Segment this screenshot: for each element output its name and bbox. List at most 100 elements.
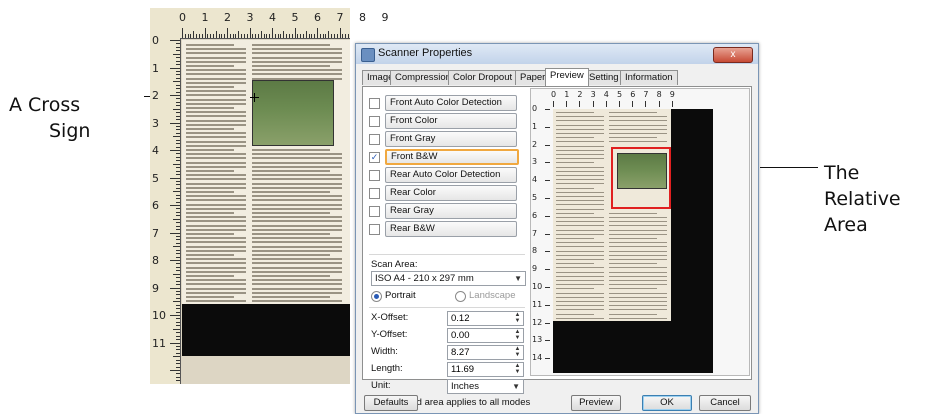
ruler-tick: [193, 31, 195, 38]
spinner-arrows-icon[interactable]: ▲ ▼: [513, 346, 522, 359]
ruler-tick: [176, 115, 180, 117]
text-line: [556, 284, 604, 286]
ok-button[interactable]: OK: [642, 395, 692, 411]
mode-button[interactable]: Rear B&W: [385, 221, 517, 237]
preview-ruler-tick: [632, 101, 634, 107]
y-offset-field[interactable]: 0.00 ▲ ▼: [447, 328, 524, 343]
text-line: [556, 313, 594, 315]
defaults-button[interactable]: Defaults: [364, 395, 418, 411]
unit-label: Unit:: [371, 380, 391, 391]
tab-setting[interactable]: Setting: [584, 70, 624, 85]
dialog-titlebar[interactable]: Scanner Properties x: [356, 44, 758, 64]
close-button[interactable]: x: [713, 47, 753, 63]
mode-button[interactable]: Front Gray: [385, 131, 517, 147]
mode-checkbox[interactable]: [369, 188, 380, 199]
preview-ruler-tick: [658, 101, 660, 107]
preview-button[interactable]: Preview: [571, 395, 621, 411]
ruler-tick: [173, 81, 180, 83]
ruler-tick: [238, 31, 240, 38]
x-offset-value: 0.12: [451, 313, 470, 324]
length-value: 11.69: [451, 364, 475, 375]
preview-ruler-number: 9: [532, 264, 538, 274]
mode-checkbox[interactable]: [369, 170, 380, 181]
text-line: [556, 166, 604, 168]
text-line: [609, 271, 667, 273]
text-line: [186, 115, 246, 118]
tab-information[interactable]: Information: [620, 70, 678, 85]
ruler-tick: [176, 263, 180, 265]
preview-ruler-number: 0: [532, 104, 538, 113]
ruler-number: 8: [359, 11, 366, 24]
x-offset-field[interactable]: 0.12 ▲ ▼: [447, 311, 524, 326]
ruler-tick: [291, 34, 293, 38]
ruler-number: 0: [152, 34, 159, 47]
spinner-arrows-icon[interactable]: ▲ ▼: [513, 363, 522, 376]
preview-ruler-number: 8: [532, 246, 538, 256]
mode-button[interactable]: Rear Auto Color Detection: [385, 167, 517, 183]
preview-ruler-tick: [545, 304, 550, 306]
tab-preview[interactable]: Preview: [545, 68, 589, 86]
mode-button[interactable]: Rear Color: [385, 185, 517, 201]
mode-button[interactable]: Front Color: [385, 113, 517, 129]
text-line: [252, 165, 342, 168]
spinner-arrows-icon[interactable]: ▲ ▼: [513, 312, 522, 325]
portrait-radio[interactable]: [371, 291, 382, 302]
preview-ruler-number: 7: [532, 228, 538, 238]
text-line: [186, 174, 246, 177]
mode-checkbox[interactable]: [369, 134, 380, 145]
text-line: [252, 216, 342, 219]
ruler-tick: [170, 150, 180, 151]
ruler-tick: [173, 191, 180, 193]
text-line: [252, 275, 330, 277]
cancel-button[interactable]: Cancel: [699, 395, 751, 411]
landscape-radio[interactable]: [455, 291, 466, 302]
ruler-tick: [198, 34, 200, 38]
text-line: [556, 183, 604, 185]
mode-button[interactable]: Rear Gray: [385, 203, 517, 219]
mode-checkbox[interactable]: [369, 224, 380, 235]
text-line: [186, 102, 246, 105]
ruler-tick: [176, 77, 180, 79]
text-line: [186, 245, 246, 248]
ruler-tick: [176, 311, 180, 313]
text-line: [186, 262, 246, 265]
landscape-label: Landscape: [469, 290, 516, 301]
ruler-tick: [173, 246, 180, 248]
width-label: Width:: [371, 346, 398, 357]
mode-button[interactable]: Front B&W: [385, 149, 519, 165]
unit-select[interactable]: Inches ▼: [447, 379, 524, 394]
text-line: [252, 258, 342, 261]
mode-checkbox[interactable]: ✓: [369, 152, 380, 163]
mode-button[interactable]: Front Auto Color Detection: [385, 95, 517, 111]
length-field[interactable]: 11.69 ▲ ▼: [447, 362, 524, 377]
tab-compression[interactable]: Compression: [390, 70, 456, 85]
text-line: [252, 300, 342, 303]
text-line: [252, 153, 342, 156]
scan-area-select[interactable]: ISO A4 - 210 x 297 mm ▼: [371, 271, 526, 286]
ruler-tick: [176, 242, 180, 244]
ruler-tick: [196, 34, 198, 38]
text-line: [186, 249, 246, 252]
ruler-tick: [173, 218, 180, 220]
preview-area[interactable]: 0123456789 0 1 2 3 4 5 6 7 8 9 10 11 12 13 14: [530, 88, 750, 376]
mode-checkbox[interactable]: [369, 116, 380, 127]
ruler-tick: [173, 301, 180, 303]
mode-checkbox[interactable]: [369, 98, 380, 109]
scanned-page: [182, 40, 350, 304]
preview-ruler-tick: [545, 162, 550, 164]
tab-color-dropout[interactable]: Color Dropout: [448, 70, 518, 85]
ruler-number: 8: [152, 254, 159, 267]
text-line: [186, 199, 246, 202]
preview-ruler-number: 2: [532, 139, 538, 149]
spinner-arrows-icon[interactable]: ▲ ▼: [513, 329, 522, 342]
text-line: [252, 245, 342, 248]
text-line: [609, 259, 667, 260]
width-field[interactable]: 8.27 ▲ ▼: [447, 345, 524, 360]
relative-area-rectangle[interactable]: [611, 147, 671, 209]
ruler-number: 7: [336, 11, 344, 24]
text-line: [556, 292, 604, 294]
ruler-tick: [176, 187, 180, 189]
text-line: [609, 246, 667, 248]
mode-checkbox[interactable]: [369, 206, 380, 217]
text-line: [556, 233, 604, 235]
